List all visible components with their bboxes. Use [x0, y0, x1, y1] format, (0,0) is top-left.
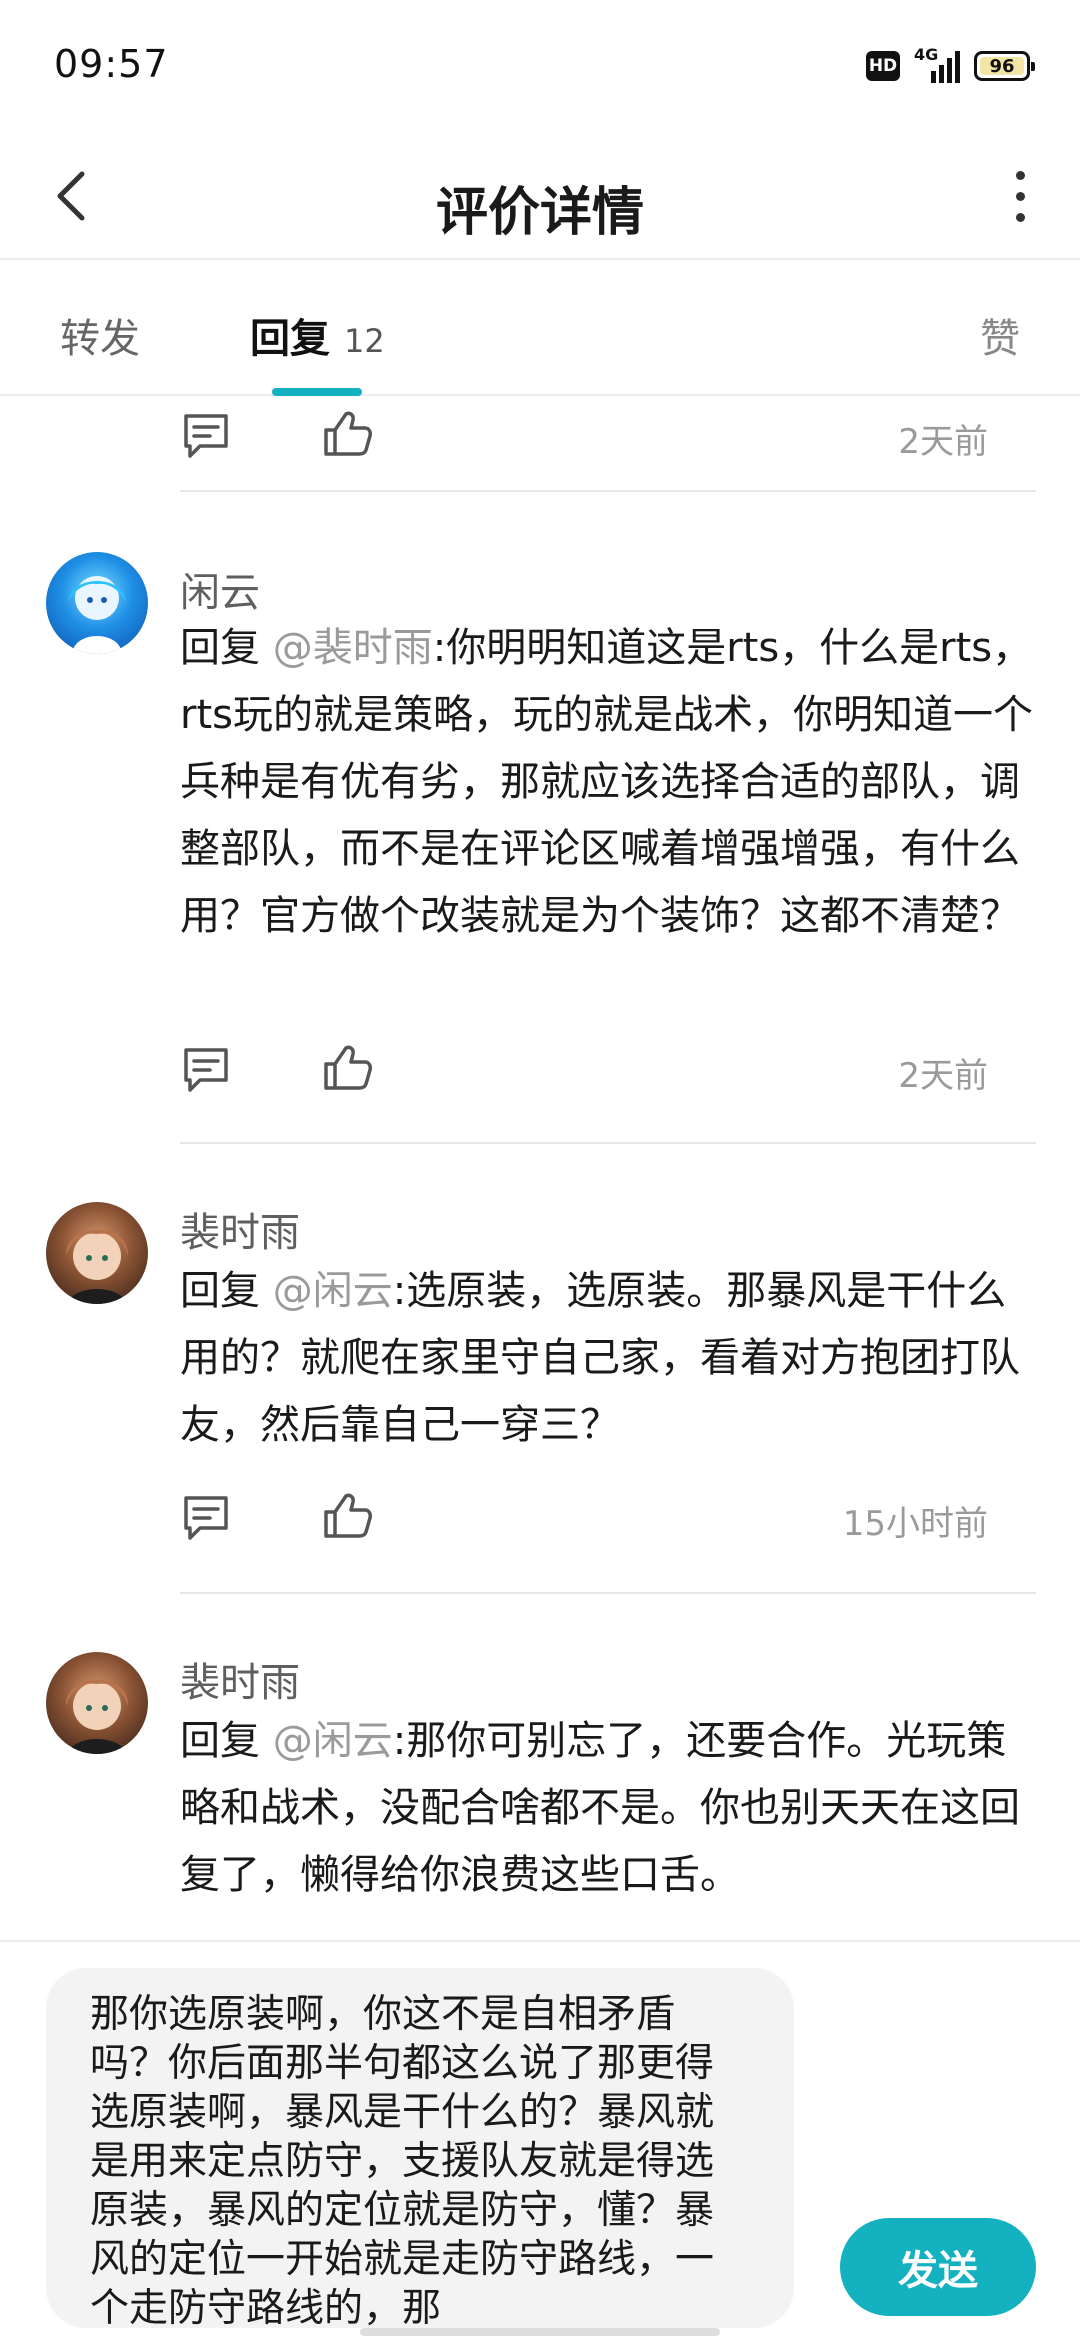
battery-icon: 96 [974, 51, 1035, 81]
hd-icon: HD [866, 51, 900, 81]
comment-time: 2天前 [898, 422, 988, 462]
reply-input[interactable]: 那你选原装啊，你这不是自相矛盾吗？你后面那半句都这么说了那更得选原装啊，暴风是干… [46, 1968, 794, 2328]
comment-text: :你明明知道这是rts，什么是rts，rts玩的就是策略，玩的就是战术，你明知道… [180, 625, 1033, 939]
tab-bar: 转发 回复 12 赞 [0, 262, 1080, 396]
status-time: 09:57 [54, 42, 169, 86]
home-indicator[interactable] [360, 2328, 720, 2336]
tab-likes[interactable]: 赞 [980, 306, 1020, 364]
like-icon[interactable] [322, 1042, 374, 1094]
more-options-button[interactable] [990, 160, 1050, 232]
tab-replies-label: 回复 [250, 316, 330, 362]
comment-author[interactable]: 裴时雨 [180, 1200, 300, 1258]
comment-icon[interactable] [180, 1044, 232, 1096]
avatar[interactable] [46, 552, 148, 654]
reply-prefix: 回复 [180, 1718, 273, 1764]
comment-icon[interactable] [180, 1492, 232, 1544]
comment-item: 闲云 回复 @裴时雨:你明明知道这是rts，什么是rts，rts玩的就是策略，玩… [0, 490, 1080, 1160]
mention-link[interactable]: @闲云 [273, 1268, 393, 1314]
more-vertical-icon [1015, 170, 1025, 180]
comment-time: 15小时前 [842, 1504, 988, 1544]
like-icon[interactable] [322, 1490, 374, 1542]
comment-body: 回复 @裴时雨:你明明知道这是rts，什么是rts，rts玩的就是策略，玩的就是… [180, 615, 1036, 950]
comment-actions: 2天前 [180, 1030, 1040, 1110]
comment-icon[interactable] [180, 410, 232, 462]
signal-icon: 4G [914, 45, 960, 83]
reply-prefix: 回复 [180, 625, 273, 671]
avatar[interactable] [46, 1202, 148, 1304]
page-title: 评价详情 [435, 183, 644, 243]
comment-item: 裴时雨 回复 @闲云:选原装，选原装。那暴风是干什么用的？就爬在家里守自己家，看… [0, 1142, 1080, 1592]
tab-active-indicator [272, 388, 362, 396]
status-icons: HD 4G 96 [866, 45, 1035, 86]
reply-input-bar: 那你选原装啊，你这不是自相矛盾吗？你后面那半句都这么说了那更得选原装啊，暴风是干… [0, 1940, 1080, 2340]
reply-prefix: 回复 [180, 1268, 273, 1314]
comment-body: 回复 @闲云:选原装，选原装。那暴风是干什么用的？就爬在家里守自己家，看着对方抱… [180, 1258, 1036, 1459]
tab-replies[interactable]: 回复 12 [250, 306, 385, 364]
tab-forward[interactable]: 转发 [60, 306, 140, 364]
comment-item: 裴时雨 回复 @闲云:那你可别忘了，还要合作。光玩策略和战术，没配合啥都不是。你… [0, 1592, 1080, 1940]
comment-author[interactable]: 闲云 [180, 560, 260, 618]
comment-actions: 15小时前 [180, 1478, 1040, 1558]
mention-link[interactable]: @裴时雨 [273, 625, 433, 671]
like-icon[interactable] [322, 408, 374, 460]
comment-author[interactable]: 裴时雨 [180, 1650, 300, 1708]
comment-list[interactable]: 2天前 闲云 回复 @裴时雨:你明明知道这是rts，什么是rts，rts玩的就是… [0, 396, 1080, 1940]
mention-link[interactable]: @闲云 [273, 1718, 393, 1764]
tab-replies-count: 12 [344, 322, 385, 360]
comment-body: 回复 @闲云:那你可别忘了，还要合作。光玩策略和战术，没配合啥都不是。你也别天天… [180, 1708, 1036, 1909]
send-button[interactable]: 发送 [840, 2218, 1036, 2316]
battery-level: 96 [989, 55, 1015, 77]
app-header: 评价详情 [0, 130, 1080, 260]
status-bar: 09:57 HD 4G 96 [0, 0, 1080, 130]
avatar[interactable] [46, 1652, 148, 1754]
comment-actions: 2天前 [180, 396, 1040, 476]
comment-time: 2天前 [898, 1056, 988, 1096]
